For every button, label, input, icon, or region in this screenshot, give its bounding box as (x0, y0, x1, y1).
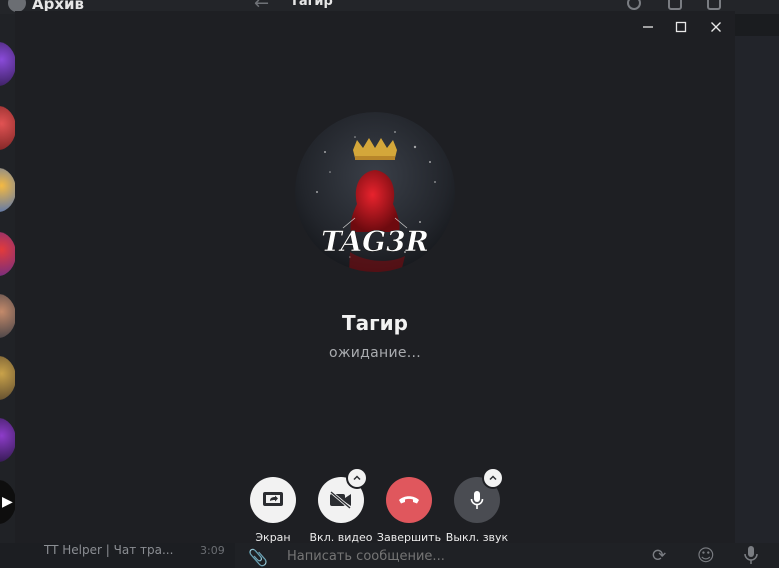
call-window: TAG3R Тагир ожидание... Экран Вкл. видео… (15, 11, 735, 544)
chat-list-avatar[interactable] (0, 294, 16, 338)
audio-options-button[interactable] (482, 467, 504, 489)
chat-list-avatar[interactable] (0, 418, 16, 462)
mute-label: Выкл. звук (445, 531, 509, 544)
chat-list-avatar[interactable] (0, 42, 16, 86)
screen-share-button[interactable] (250, 477, 296, 523)
hang-up-icon (399, 496, 419, 504)
microphone-icon (470, 491, 484, 509)
reload-icon[interactable]: ⟳ (652, 546, 666, 566)
video-options-button[interactable] (346, 467, 368, 489)
end-call-button[interactable] (386, 477, 432, 523)
chat-list-avatar[interactable] (0, 232, 16, 276)
telegram-app: Архив ← Тагир ▶ TT Helper | Чат тра... 3… (0, 0, 779, 568)
call-icon[interactable] (668, 0, 682, 10)
maximize-button[interactable] (669, 15, 693, 39)
chat-preview[interactable]: TT Helper | Чат тра... (44, 543, 173, 557)
close-icon (711, 22, 721, 32)
contact-name: Тагир (342, 311, 408, 335)
chat-list-avatar[interactable] (0, 168, 16, 212)
attach-icon[interactable]: 📎 (248, 548, 268, 568)
message-input[interactable] (287, 549, 617, 564)
chevron-up-icon (353, 475, 361, 481)
chat-list-avatar[interactable] (0, 106, 16, 150)
video-off-icon (330, 491, 351, 509)
contact-avatar: TAG3R (295, 112, 455, 272)
chat-list-avatar[interactable] (0, 356, 16, 400)
close-button[interactable] (704, 15, 728, 39)
avatar-logo-text: TAG3R (321, 225, 429, 258)
chat-title[interactable]: Тагир (290, 0, 333, 9)
screen-share-icon (263, 492, 283, 506)
maximize-icon (675, 21, 687, 33)
sidebar-toggle-icon[interactable] (707, 0, 721, 10)
chat-list-avatar[interactable]: ▶ (0, 480, 16, 524)
chat-preview-time: 3:09 (200, 544, 225, 557)
voice-message-icon[interactable] (744, 546, 758, 568)
emoji-icon[interactable]: ☺ (697, 546, 715, 566)
call-status: ожидание... (328, 345, 422, 361)
chevron-up-icon (489, 475, 497, 481)
minimize-icon (643, 26, 653, 28)
minimize-button[interactable] (636, 15, 660, 39)
message-area (734, 14, 779, 554)
